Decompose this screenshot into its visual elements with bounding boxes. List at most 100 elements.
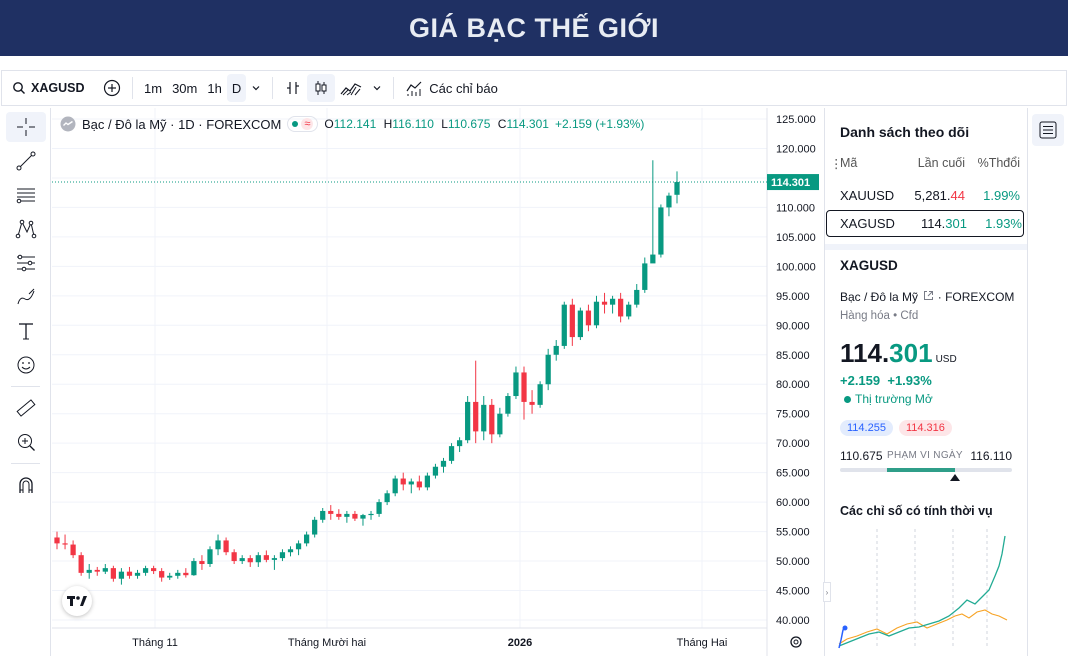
- range-fill: [887, 468, 956, 472]
- candle-body: [134, 572, 141, 576]
- candle-body: [352, 513, 358, 519]
- trendline-tool[interactable]: [6, 146, 46, 176]
- price-axis-label: 65.000: [776, 468, 810, 480]
- panel-collapse-handle[interactable]: ›: [823, 582, 831, 602]
- candle-body: [666, 195, 672, 208]
- chart-settings-button[interactable]: [788, 634, 804, 650]
- candle-body: [473, 401, 479, 432]
- range-marker-icon: [950, 474, 961, 481]
- seasonals-series-orange: [838, 609, 1008, 645]
- candle-body: [537, 384, 543, 405]
- chart-pane[interactable]: 125.000120.000115.000110.000105.000100.0…: [52, 108, 822, 656]
- brush-icon: [17, 288, 35, 305]
- candle-body: [505, 396, 511, 414]
- candle-body: [207, 549, 213, 565]
- candle-body: [199, 561, 205, 565]
- pattern-icon: [15, 219, 37, 239]
- interval-1h[interactable]: 1h: [202, 74, 226, 102]
- detail-type: Hàng hóa: [840, 310, 890, 322]
- price-axis-label: 95.000: [776, 291, 810, 303]
- interval-1m[interactable]: 1m: [139, 74, 167, 102]
- detail-price: 114.301 USD: [840, 338, 957, 369]
- detail-separator: ·: [937, 290, 946, 304]
- candle-body: [626, 304, 632, 317]
- candle-style-button[interactable]: [307, 74, 336, 102]
- list-icon: [1039, 121, 1057, 139]
- candle-body: [384, 493, 390, 503]
- indicators-button[interactable]: Các chỉ báo: [400, 74, 503, 102]
- candle-body: [432, 466, 439, 476]
- chevron-right-icon: ›: [825, 587, 829, 597]
- close-value: 114.301: [506, 117, 549, 131]
- smiley-icon: [17, 356, 35, 374]
- chart-type-dropdown[interactable]: [367, 74, 387, 102]
- watchlist-header: ⋮ Mã Lần cuối %Thđổi: [825, 156, 1028, 171]
- detail-change: +2.159 +1.93%: [840, 373, 932, 388]
- market-status-badge[interactable]: ≈: [287, 116, 319, 132]
- interval-label: 30m: [172, 80, 198, 96]
- tools-divider: [11, 463, 40, 464]
- candle-body: [609, 298, 616, 305]
- interval-1d[interactable]: D: [226, 74, 247, 102]
- detail-subtype: Cfd: [900, 310, 919, 322]
- candle-body: [408, 481, 414, 485]
- low-value: 110.675: [447, 117, 491, 131]
- crosshair-tool[interactable]: [6, 112, 46, 142]
- tools-divider: [11, 386, 40, 387]
- compare-button[interactable]: [98, 74, 126, 102]
- candle-body: [416, 481, 422, 488]
- detail-name[interactable]: Bạc / Đô la Mỹ: [840, 290, 918, 304]
- drawing-toolbar: [1, 108, 51, 656]
- zoom-tool[interactable]: [6, 427, 46, 457]
- candle-body: [247, 558, 253, 563]
- candle-body: [344, 513, 350, 517]
- tradingview-logo[interactable]: [62, 586, 92, 616]
- fib-tool[interactable]: [6, 180, 46, 210]
- watchlist-toggle-button[interactable]: [1032, 114, 1064, 146]
- brush-tool[interactable]: [6, 282, 46, 312]
- bar-style-button[interactable]: [279, 74, 307, 102]
- change-abs: +2.159: [840, 373, 881, 388]
- plus-circle-icon: [103, 79, 121, 97]
- seasonals-title: Các chỉ số có tính thời vụ: [840, 504, 993, 518]
- watchlist-row[interactable]: XAUUSD 5,281.44 1.99%: [825, 182, 1028, 209]
- ohlc-values: O112.141 H116.110 L110.675 C114.301: [324, 117, 549, 131]
- market-status-text: Thị trường Mở: [855, 392, 933, 406]
- forecast-tool[interactable]: [6, 248, 46, 278]
- row-last: 5,281.44: [903, 188, 965, 203]
- high-label: H: [383, 117, 393, 131]
- col-change[interactable]: %Thđổi: [965, 156, 1020, 170]
- interval-dropdown[interactable]: [246, 74, 266, 102]
- measure-tool[interactable]: [6, 393, 46, 423]
- emoji-tool[interactable]: [6, 350, 46, 380]
- symbol-search[interactable]: XAGUSD: [2, 74, 92, 102]
- high-value: 116.110: [392, 117, 434, 131]
- candle-body: [674, 182, 680, 195]
- col-last[interactable]: Lần cuối: [903, 156, 965, 170]
- watchlist-row-selected[interactable]: XAGUSD 114.301 1.93%: [826, 210, 1024, 237]
- text-tool[interactable]: [6, 316, 46, 346]
- candle-body: [223, 540, 229, 553]
- price-chart[interactable]: 125.000120.000115.000110.000105.000100.0…: [52, 108, 822, 656]
- candle-body: [94, 569, 100, 572]
- text-icon: [19, 323, 33, 340]
- pattern-tool[interactable]: [6, 214, 46, 244]
- right-sidebar: [1027, 108, 1068, 656]
- seasonals-chart[interactable]: [837, 524, 1017, 654]
- detail-dot: •: [893, 310, 898, 322]
- candle-body: [448, 446, 455, 461]
- search-icon: [13, 82, 25, 94]
- detail-exchange[interactable]: FOREXCOM: [945, 290, 1014, 304]
- row-change: 1.93%: [985, 216, 1022, 231]
- drag-handle-icon[interactable]: ⋮: [830, 156, 843, 171]
- price-currency: USD: [935, 354, 957, 365]
- external-link-icon[interactable]: [923, 290, 934, 301]
- candle-body: [320, 510, 326, 520]
- interval-30m[interactable]: 30m: [167, 74, 202, 102]
- area-style-button[interactable]: [335, 74, 367, 102]
- candle-body: [142, 568, 149, 573]
- time-axis-label: Tháng 11: [132, 637, 178, 649]
- magnet-tool[interactable]: [6, 470, 46, 500]
- magnet-icon: [19, 477, 33, 493]
- market-open-dot-icon: [844, 396, 851, 403]
